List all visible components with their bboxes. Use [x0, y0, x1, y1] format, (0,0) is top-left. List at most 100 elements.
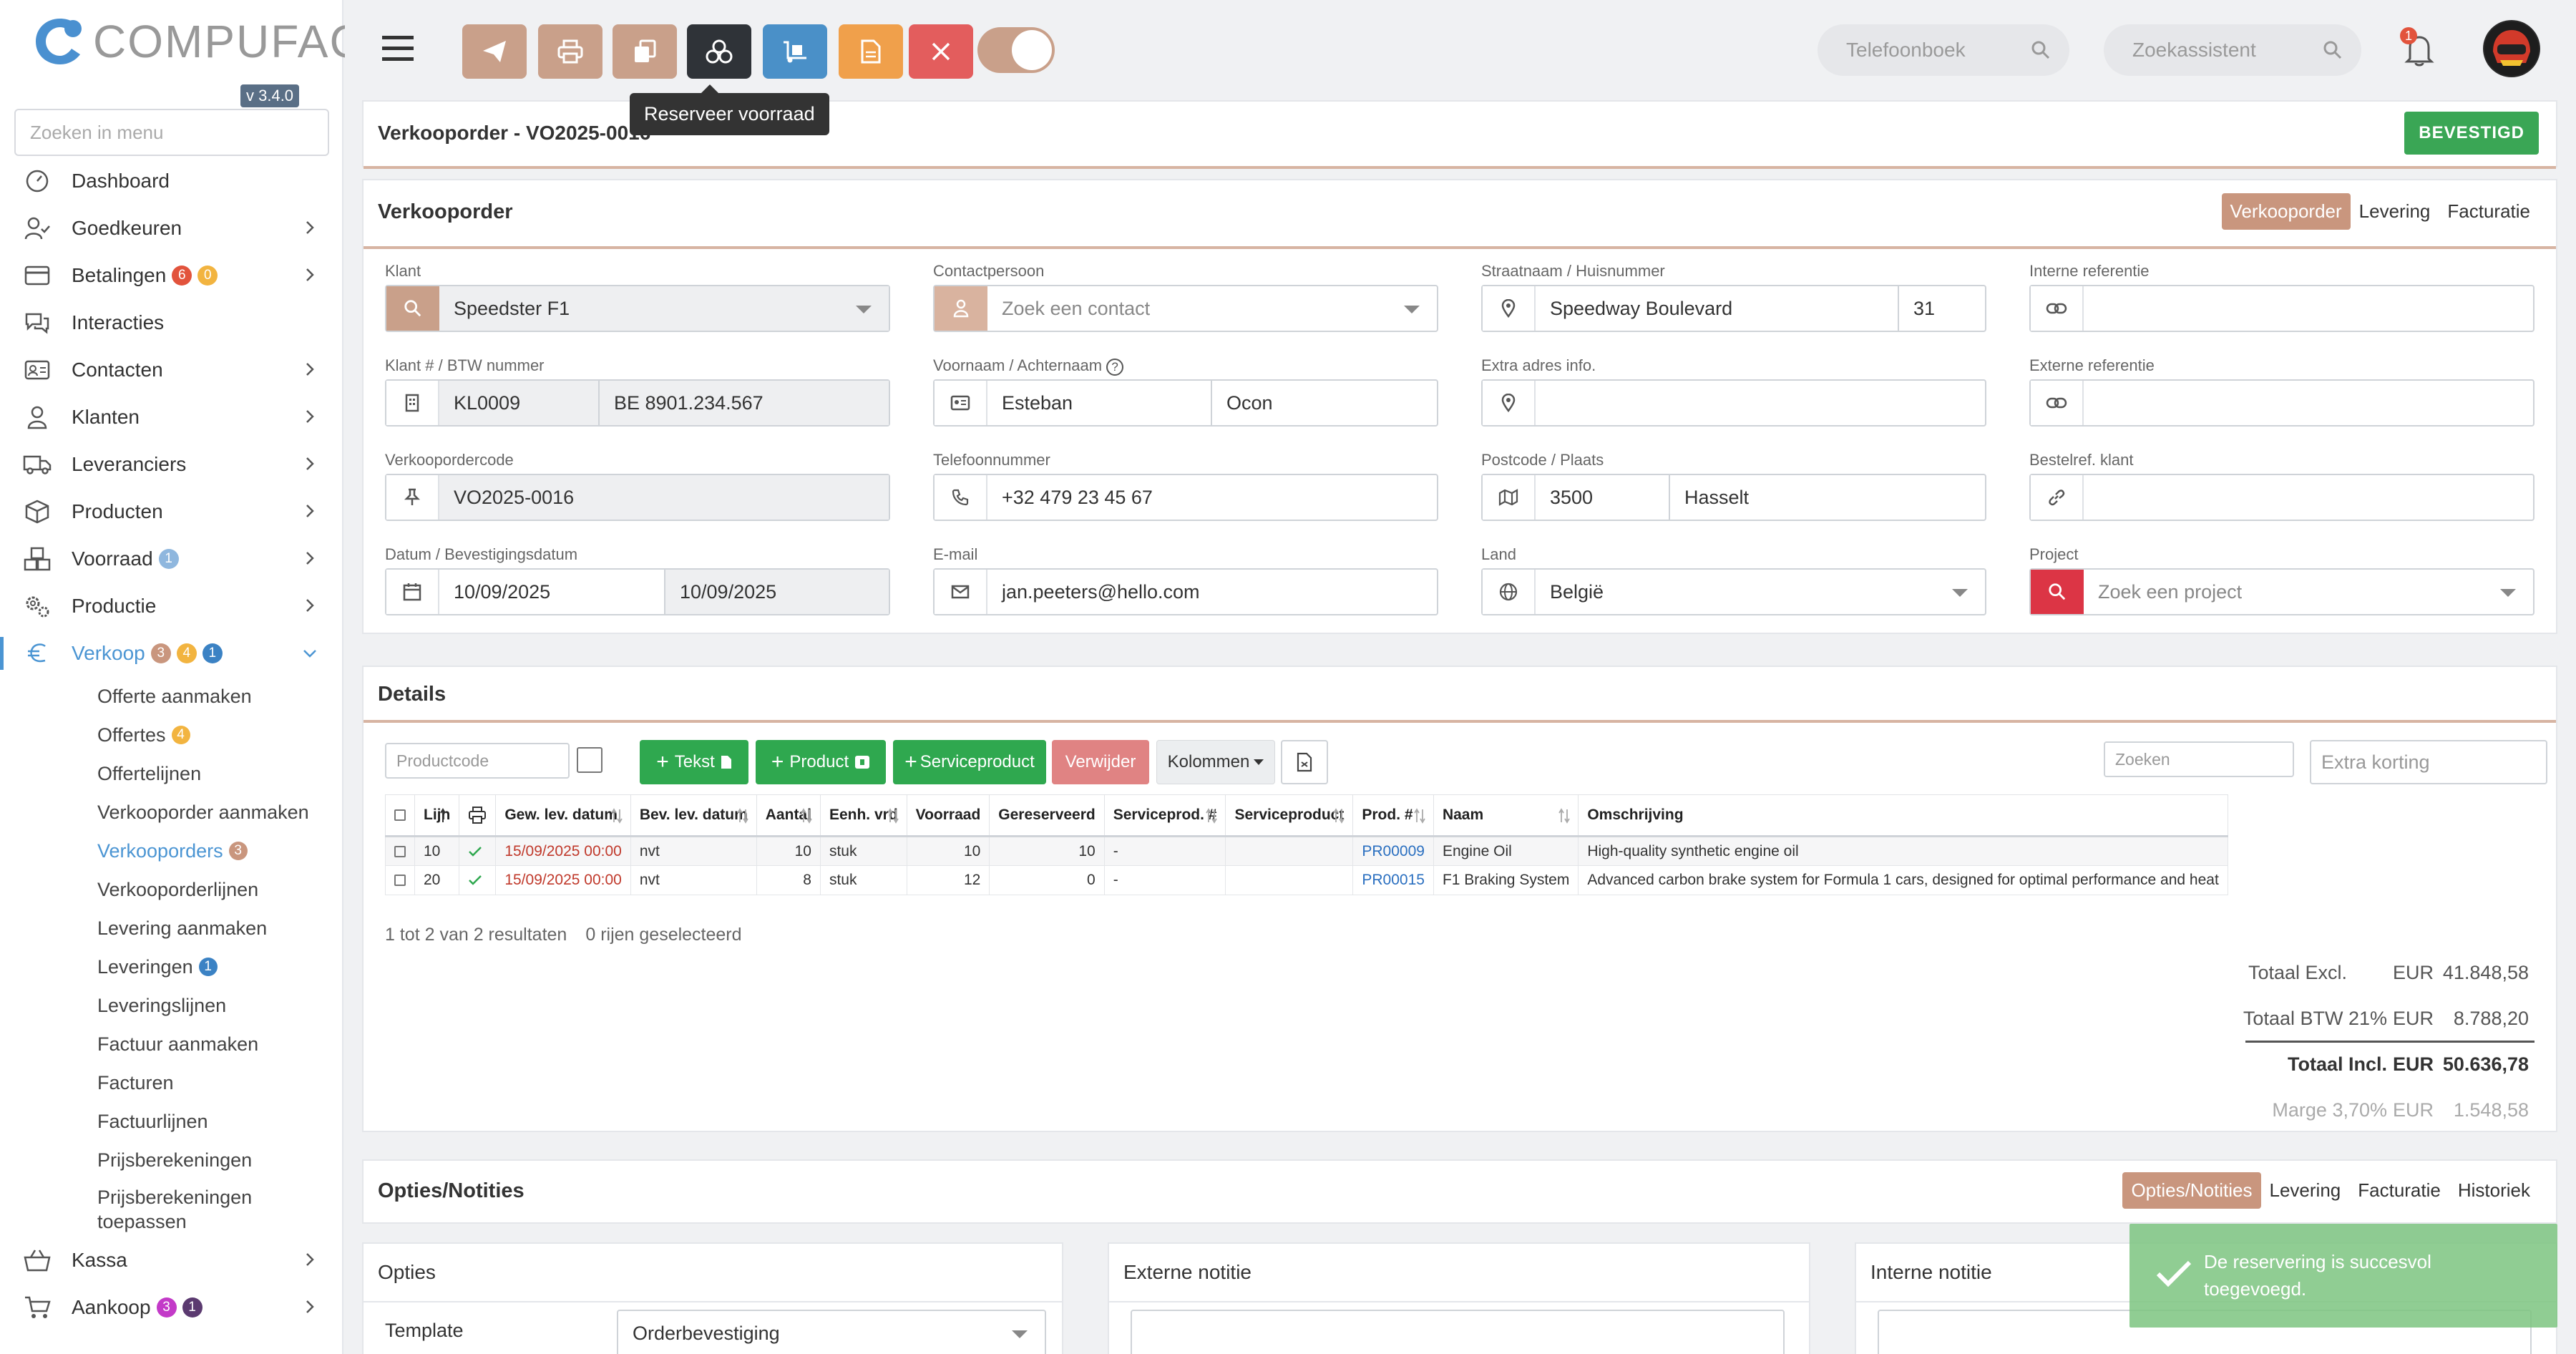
- notifications-button[interactable]: 1: [2400, 27, 2436, 67]
- interne-ref-value[interactable]: [2084, 286, 2533, 331]
- col-print[interactable]: [459, 794, 497, 837]
- sidebar-subitem[interactable]: Levering aanmaken: [0, 909, 343, 948]
- col-aantal[interactable]: Aantal: [756, 794, 821, 837]
- tab-opties-notities[interactable]: Opties/Notities: [2122, 1172, 2261, 1209]
- sidebar-subitem[interactable]: Offertes 4: [0, 716, 343, 754]
- select-all-header[interactable]: [385, 794, 415, 837]
- add-tekst-button[interactable]: + Tekst: [640, 740, 748, 784]
- col-voorraad[interactable]: Voorraad: [906, 794, 990, 837]
- tab-verkooporder[interactable]: Verkooporder: [2221, 193, 2351, 230]
- sidebar-item-goedkeuren[interactable]: Goedkeuren: [0, 205, 343, 252]
- col-naam[interactable]: Naam: [1433, 794, 1579, 837]
- extra-adres-field[interactable]: [1481, 379, 1986, 427]
- col-eenh-vrd[interactable]: Eenh. vrd: [819, 794, 907, 837]
- delete-button[interactable]: [909, 24, 973, 79]
- sidebar-item-leveranciers[interactable]: Leveranciers: [0, 441, 343, 488]
- sidebar-item-aankoop[interactable]: Aankoop 3 1: [0, 1284, 343, 1331]
- extra-adres-value[interactable]: [1536, 381, 1985, 425]
- col-prod-nr[interactable]: Prod. #: [1352, 794, 1434, 837]
- col-gereserveerd[interactable]: Gereserveerd: [989, 794, 1105, 837]
- telefoon-field[interactable]: +32 479 23 45 67: [933, 474, 1438, 521]
- copy-button[interactable]: [613, 24, 677, 79]
- kolommen-dropdown[interactable]: Kolommen: [1156, 740, 1275, 784]
- row-checkbox[interactable]: [394, 845, 406, 857]
- add-product-button[interactable]: + Product: [756, 740, 886, 784]
- productcode-checkbox[interactable]: [577, 747, 602, 773]
- sidebar-subitem[interactable]: Leveringen 1: [0, 948, 343, 986]
- sidebar-subitem[interactable]: Prijsberekeningen: [0, 1141, 343, 1179]
- sidebar-subitem[interactable]: Factuur aanmaken: [0, 1025, 343, 1063]
- sidebar-item-klanten[interactable]: Klanten: [0, 394, 343, 441]
- col-bev-lev-datum[interactable]: Bev. lev. datum: [630, 794, 757, 837]
- tab-levering[interactable]: Levering: [2261, 1172, 2350, 1209]
- sidebar-item-dashboard[interactable]: Dashboard: [0, 157, 343, 205]
- row-select[interactable]: [385, 836, 415, 866]
- deliver-button[interactable]: [763, 24, 827, 79]
- straat-field[interactable]: Speedway Boulevard 31: [1481, 285, 1986, 332]
- reserve-stock-button[interactable]: [687, 24, 751, 79]
- achternaam-value[interactable]: Ocon: [1211, 381, 1437, 425]
- col-omschrijving[interactable]: Omschrijving: [1578, 794, 2228, 837]
- row-select[interactable]: [385, 865, 415, 895]
- sidebar-item-interacties[interactable]: Interacties: [0, 299, 343, 346]
- avatar[interactable]: [2483, 20, 2540, 77]
- hamburger-menu-icon[interactable]: [382, 34, 414, 63]
- productcode-input[interactable]: Productcode: [385, 743, 570, 779]
- tab-facturatie[interactable]: Facturatie: [2349, 1172, 2449, 1209]
- datum-value[interactable]: 10/09/2025: [439, 570, 664, 614]
- mode-toggle[interactable]: [977, 27, 1055, 73]
- plaats-value[interactable]: Hasselt: [1669, 475, 1985, 520]
- success-toast[interactable]: De reservering is succesvol toegevoegd.: [2129, 1224, 2557, 1328]
- voornaam-value[interactable]: Esteban: [987, 381, 1211, 425]
- col-serviceproduct[interactable]: Serviceproduct: [1225, 794, 1354, 837]
- template-select[interactable]: Orderbevestiging: [617, 1310, 1046, 1354]
- row-checkbox[interactable]: [394, 875, 406, 887]
- assistant-search-input[interactable]: Zoekassistent: [2104, 24, 2361, 76]
- sidebar-subitem[interactable]: Offertelijnen: [0, 754, 343, 793]
- bestelref-value[interactable]: [2084, 475, 2533, 520]
- send-button[interactable]: [462, 24, 527, 79]
- sidebar-subitem[interactable]: Offerte aanmaken: [0, 677, 343, 716]
- externe-ref-field[interactable]: [2029, 379, 2534, 427]
- sidebar-item-voorraad[interactable]: Voorraad 1: [0, 535, 343, 583]
- straat-value[interactable]: Speedway Boulevard: [1536, 286, 1898, 331]
- externe-notitie-textarea[interactable]: [1131, 1310, 1785, 1354]
- col-serviceprod-nr[interactable]: Serviceprod. #: [1103, 794, 1226, 837]
- sidebar-item-betalingen[interactable]: Betalingen 6 0: [0, 252, 343, 299]
- add-serviceproduct-button[interactable]: + Serviceproduct: [893, 740, 1046, 784]
- tab-historiek[interactable]: Historiek: [2449, 1172, 2539, 1209]
- verwijder-button[interactable]: Verwijder: [1052, 740, 1149, 784]
- klant-select[interactable]: Speedster F1: [385, 285, 890, 332]
- cell-prod-nr-link[interactable]: PR00009: [1352, 836, 1434, 866]
- phonebook-search-input[interactable]: Telefoonboek: [1818, 24, 2069, 76]
- interne-ref-field[interactable]: [2029, 285, 2534, 332]
- naam-field[interactable]: Esteban Ocon: [933, 379, 1438, 427]
- project-select[interactable]: Zoek een project: [2029, 568, 2534, 615]
- print-button[interactable]: [538, 24, 602, 79]
- invoice-button[interactable]: [839, 24, 903, 79]
- sidebar-item-productie[interactable]: Productie: [0, 583, 343, 630]
- telefoon-value[interactable]: +32 479 23 45 67: [987, 475, 1437, 520]
- externe-ref-value[interactable]: [2084, 381, 2533, 425]
- email-field[interactable]: jan.peeters@hello.com: [933, 568, 1438, 615]
- logo[interactable]: COMPUFACT: [31, 14, 394, 69]
- sidebar-item-contacten[interactable]: Contacten: [0, 346, 343, 394]
- datum-field[interactable]: 10/09/2025 10/09/2025: [385, 568, 890, 615]
- details-search-input[interactable]: Zoeken: [2104, 741, 2294, 777]
- postcode-field[interactable]: 3500 Hasselt: [1481, 474, 1986, 521]
- email-value[interactable]: jan.peeters@hello.com: [987, 570, 1437, 614]
- menu-search-input[interactable]: Zoeken in menu: [14, 109, 329, 156]
- sidebar-subitem-active[interactable]: Verkooporders 3: [0, 832, 343, 870]
- sidebar-subitem[interactable]: Leveringslijnen: [0, 986, 343, 1025]
- tab-levering[interactable]: Levering: [2351, 193, 2439, 230]
- sidebar-item-verkoop[interactable]: Verkoop 3 4 1: [0, 630, 343, 677]
- tab-facturatie[interactable]: Facturatie: [2439, 193, 2539, 230]
- postcode-value[interactable]: 3500: [1536, 475, 1669, 520]
- sidebar-subitem[interactable]: Facturen: [0, 1063, 343, 1102]
- contact-select[interactable]: Zoek een contact: [933, 285, 1438, 332]
- select-all-checkbox[interactable]: [394, 809, 406, 822]
- sidebar-subitem[interactable]: Prijsberekeningen toepassen: [0, 1179, 272, 1237]
- sidebar-subitem[interactable]: Factuurlijnen: [0, 1102, 343, 1141]
- sidebar-subitem[interactable]: Verkooporder aanmaken: [0, 793, 343, 832]
- table-row[interactable]: 20 15/09/2025 00:00 nvt 8 stuk 12 0 - PR…: [385, 865, 2228, 895]
